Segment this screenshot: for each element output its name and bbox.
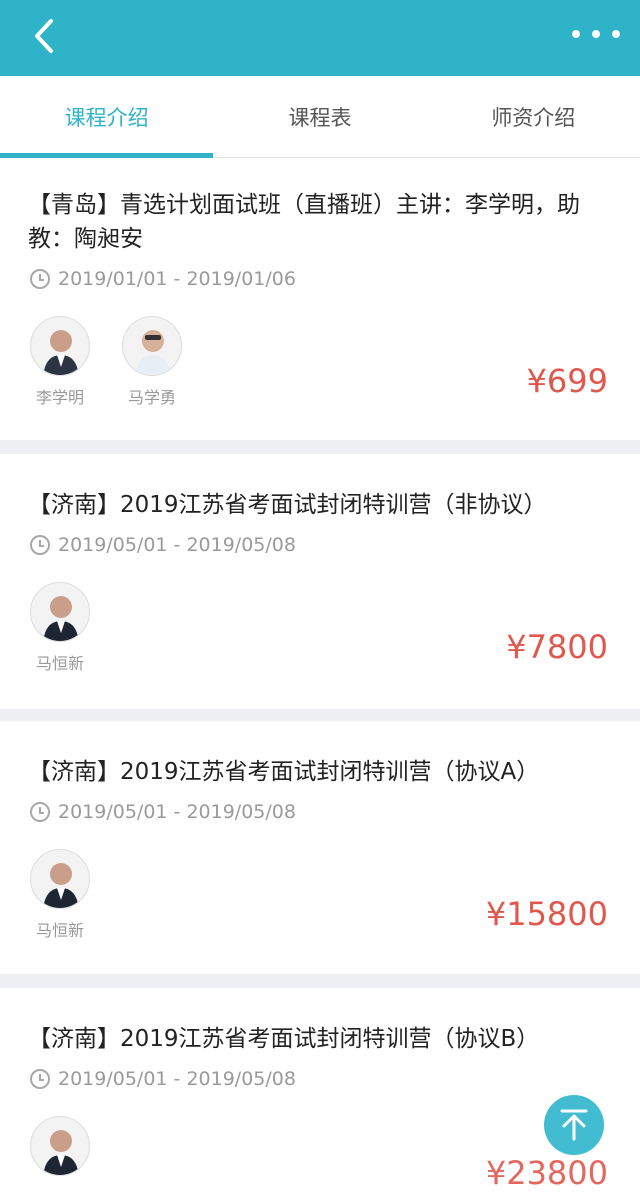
clock-icon bbox=[30, 269, 50, 289]
course-title: 【济南】2019江苏省考面试封闭特训营（协议B） bbox=[28, 1026, 540, 1052]
arrow-up-to-top-icon bbox=[560, 1109, 588, 1141]
course-date-text: 2019/05/01 - 2019/05/08 bbox=[58, 1068, 296, 1090]
teacher-name: 马恒新 bbox=[35, 654, 84, 673]
course-card[interactable]: 【济南】2019江苏省考面试封闭特训营（协议B） 2019/05/01 - 20… bbox=[0, 988, 640, 1196]
teacher-item[interactable]: 马学勇 bbox=[120, 316, 184, 408]
course-date-text: 2019/01/01 - 2019/01/06 bbox=[58, 268, 296, 290]
more-button[interactable] bbox=[572, 20, 620, 48]
course-date-text: 2019/05/01 - 2019/05/08 bbox=[58, 801, 296, 823]
avatar bbox=[30, 849, 90, 909]
course-price: ¥699 bbox=[526, 362, 608, 400]
course-price: ¥23800 bbox=[485, 1154, 608, 1192]
teacher-name: 马恒新 bbox=[35, 921, 84, 940]
tab-bar: 课程介绍 课程表 师资介绍 bbox=[0, 76, 640, 158]
clock-icon bbox=[30, 1069, 50, 1089]
course-card[interactable]: 【济南】2019江苏省考面试封闭特训营（协议A） 2019/05/01 - 20… bbox=[0, 721, 640, 974]
course-date: 2019/01/01 - 2019/01/06 bbox=[30, 268, 296, 290]
course-card[interactable]: 【青岛】青选计划面试班（直播班）主讲：李学明，助教：陶昶安 2019/01/01… bbox=[0, 158, 640, 440]
chevron-left-icon bbox=[35, 19, 53, 53]
avatar bbox=[30, 316, 90, 376]
course-price: ¥7800 bbox=[506, 628, 608, 666]
course-date: 2019/05/01 - 2019/05/08 bbox=[30, 534, 296, 556]
avatar bbox=[30, 1116, 90, 1176]
course-title: 【济南】2019江苏省考面试封闭特训营（协议A） bbox=[28, 759, 540, 785]
tab-teachers[interactable]: 师资介绍 bbox=[427, 76, 640, 157]
course-title: 【青岛】青选计划面试班（直播班）主讲：李学明，助教：陶昶安 bbox=[28, 192, 580, 252]
teacher-name: 李学明 bbox=[35, 388, 84, 407]
tab-schedule[interactable]: 课程表 bbox=[213, 76, 426, 157]
teacher-name: 马学勇 bbox=[127, 388, 176, 407]
course-title: 【济南】2019江苏省考面试封闭特训营（非协议） bbox=[28, 492, 547, 518]
teacher-item[interactable] bbox=[28, 1116, 92, 1176]
course-date: 2019/05/01 - 2019/05/08 bbox=[30, 801, 296, 823]
tab-course-intro[interactable]: 课程介绍 bbox=[0, 76, 214, 158]
teacher-item[interactable]: 马恒新 bbox=[28, 582, 92, 674]
clock-icon bbox=[30, 802, 50, 822]
more-dots-icon bbox=[572, 30, 580, 38]
clock-icon bbox=[30, 535, 50, 555]
scroll-to-top-button[interactable] bbox=[544, 1095, 604, 1155]
back-button[interactable] bbox=[24, 12, 64, 60]
avatar bbox=[30, 582, 90, 642]
course-card[interactable]: 【济南】2019江苏省考面试封闭特训营（非协议） 2019/05/01 - 20… bbox=[0, 454, 640, 709]
course-price: ¥15800 bbox=[485, 895, 608, 933]
teacher-item[interactable]: 马恒新 bbox=[28, 849, 92, 941]
course-date: 2019/05/01 - 2019/05/08 bbox=[30, 1068, 296, 1090]
app-header bbox=[0, 0, 640, 76]
teacher-item[interactable]: 李学明 bbox=[28, 316, 92, 408]
avatar bbox=[122, 316, 182, 376]
course-date-text: 2019/05/01 - 2019/05/08 bbox=[58, 534, 296, 556]
